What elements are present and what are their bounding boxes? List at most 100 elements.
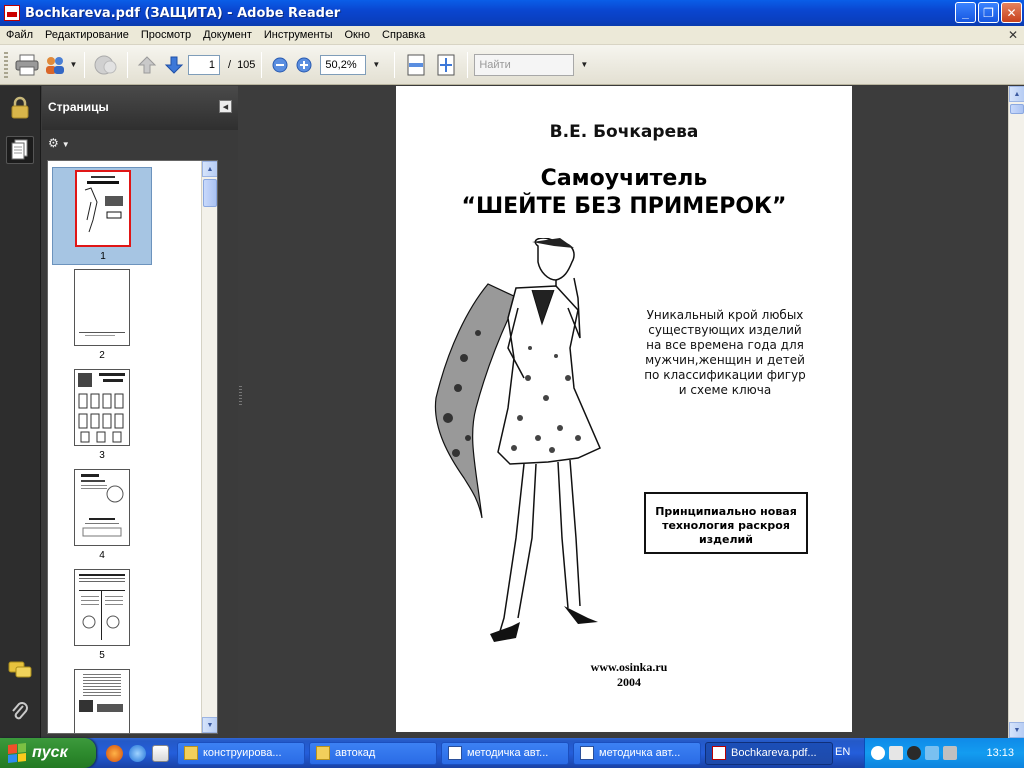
find-dropdown-icon[interactable]: ▼ <box>580 60 588 69</box>
zoom-dropdown-icon[interactable]: ▼ <box>372 60 380 69</box>
thumbnail-page-2[interactable]: 2 <box>52 269 152 361</box>
menu-view[interactable]: Просмотр <box>135 29 197 41</box>
tray-expand-icon[interactable] <box>871 746 885 760</box>
thumbnail-image <box>74 269 130 346</box>
tray-network-icon[interactable] <box>925 746 939 760</box>
send-button[interactable] <box>91 50 121 80</box>
collapse-panel-button[interactable]: ◀ <box>219 100 232 113</box>
document-scrollbar[interactable]: ▲ ▼ <box>1008 86 1024 738</box>
pdf-icon <box>712 746 726 760</box>
task-label: методичка авт... <box>599 747 681 759</box>
taskbar: пуск конструирова... автокад методичка а… <box>0 738 1024 768</box>
toolbar-separator <box>84 51 85 78</box>
menu-edit[interactable]: Редактирование <box>39 29 135 41</box>
tray-monitor-icon[interactable] <box>943 746 957 760</box>
splitter-grip <box>239 386 242 406</box>
pages-panel-title: Страницы <box>48 100 109 114</box>
find-input[interactable]: Найти <box>474 53 575 76</box>
task-button-folder-1[interactable]: конструирова... <box>177 741 305 765</box>
collaborate-button[interactable]: ▼ <box>42 50 78 80</box>
document-boxed-note: Принципиально новая технология раскроя и… <box>644 492 808 554</box>
task-button-adobe-reader[interactable]: Bochkareva.pdf... <box>705 741 833 765</box>
pdf-page: В.Е. Бочкарева Самоучитель “ШЕЙТЕ БЕЗ ПР… <box>396 86 852 732</box>
thumbnail-image <box>74 669 130 733</box>
task-button-word-1[interactable]: методичка авт... <box>441 741 569 765</box>
title-bar: Bochkareva.pdf (ЗАЩИТА) - Adobe Reader _… <box>0 0 1024 26</box>
scroll-up-arrow-icon[interactable]: ▲ <box>202 161 217 177</box>
task-button-word-2[interactable]: методичка авт... <box>573 741 701 765</box>
menu-bar: Файл Редактирование Просмотр Документ Ин… <box>0 26 1024 45</box>
fit-width-button[interactable] <box>401 50 431 80</box>
scroll-up-arrow-icon[interactable]: ▲ <box>1009 86 1024 102</box>
comments-icon <box>8 661 32 678</box>
fit-width-icon <box>407 54 425 75</box>
comments-button[interactable] <box>6 656 34 684</box>
thumbnail-page-6[interactable] <box>52 669 152 733</box>
task-label: Bochkareva.pdf... <box>731 747 817 759</box>
thumbnail-scrollbar[interactable]: ▲ ▼ <box>201 161 217 733</box>
firefox-icon[interactable] <box>106 744 123 762</box>
menu-file[interactable]: Файл <box>0 29 39 41</box>
clock: 13:13 <box>986 747 1014 759</box>
people-icon <box>45 56 64 74</box>
tray-media-icon[interactable] <box>907 746 921 760</box>
thumbnail-page-3[interactable]: 3 <box>52 369 152 461</box>
thumbnail-page-1[interactable]: 1 <box>52 167 152 265</box>
thumbnail-number: 5 <box>99 650 105 661</box>
print-button[interactable] <box>12 50 42 80</box>
toolbar-separator <box>467 51 469 78</box>
gear-icon[interactable]: ⚙ <box>48 136 59 150</box>
chevron-down-icon[interactable]: ▼ <box>62 140 70 149</box>
thumbnail-page-5[interactable]: 5 <box>52 569 152 661</box>
word-document-icon <box>580 746 594 760</box>
task-button-folder-2[interactable]: автокад <box>309 741 437 765</box>
close-button[interactable]: ✕ <box>1001 2 1022 23</box>
next-page-button[interactable] <box>160 50 188 80</box>
navigation-strip <box>0 86 41 738</box>
pages-button[interactable] <box>6 136 34 164</box>
folder-icon <box>316 746 330 760</box>
show-desktop-icon[interactable] <box>152 744 169 762</box>
security-button[interactable] <box>6 94 34 122</box>
scrollbar-thumb[interactable] <box>203 179 217 207</box>
attachments-button[interactable] <box>6 698 34 726</box>
panel-options: ⚙ ▼ <box>42 130 238 160</box>
menu-window[interactable]: Окно <box>338 29 376 41</box>
zoom-level-input[interactable]: 50,2% <box>320 54 367 75</box>
toolbar: ▼ 1 / 105 50,2% ▼ Найти ▼ <box>0 45 1024 85</box>
zoom-out-button[interactable] <box>268 50 292 80</box>
thumbnail-list: 1 2 3 4 5 ▲ ▼ <box>47 160 218 734</box>
scrollbar-thumb[interactable] <box>1010 104 1024 114</box>
fit-page-button[interactable] <box>431 50 461 80</box>
thumbnail-number: 2 <box>99 350 105 361</box>
menu-help[interactable]: Справка <box>376 29 431 41</box>
chevron-down-icon: ▼ <box>69 60 78 69</box>
scroll-down-arrow-icon[interactable]: ▼ <box>202 717 217 733</box>
fit-page-icon <box>437 54 455 75</box>
scroll-down-arrow-icon[interactable]: ▼ <box>1009 722 1024 738</box>
menu-tools[interactable]: Инструменты <box>258 29 339 41</box>
start-button[interactable]: пуск <box>0 738 96 768</box>
tray-app-icon[interactable] <box>889 746 903 760</box>
close-document-icon[interactable]: ✕ <box>1008 28 1018 42</box>
internet-explorer-icon[interactable] <box>129 744 146 762</box>
thumbnail-page-4[interactable]: 4 <box>52 469 152 561</box>
language-indicator[interactable]: EN <box>835 746 850 758</box>
pages-icon <box>11 139 28 160</box>
task-label: конструирова... <box>203 747 282 759</box>
document-title-line1: Самоучитель <box>540 166 708 191</box>
page-separator: / <box>228 58 232 71</box>
window-title: Bochkareva.pdf (ЗАЩИТА) - Adobe Reader <box>25 5 341 21</box>
arrow-down-icon <box>164 56 184 74</box>
previous-page-button[interactable] <box>134 50 160 80</box>
zoom-in-button[interactable] <box>292 50 316 80</box>
toolbar-separator <box>127 51 128 78</box>
page-number-input[interactable]: 1 <box>188 54 220 75</box>
system-tray: EN 13:13 <box>835 738 1024 768</box>
maximize-button[interactable]: ❐ <box>978 2 999 23</box>
minimize-button[interactable]: _ <box>955 2 976 23</box>
windows-flag-icon <box>8 743 26 763</box>
document-author: В.Е. Бочкарева <box>549 122 699 142</box>
menu-document[interactable]: Документ <box>197 29 258 41</box>
panel-splitter[interactable] <box>238 86 244 738</box>
